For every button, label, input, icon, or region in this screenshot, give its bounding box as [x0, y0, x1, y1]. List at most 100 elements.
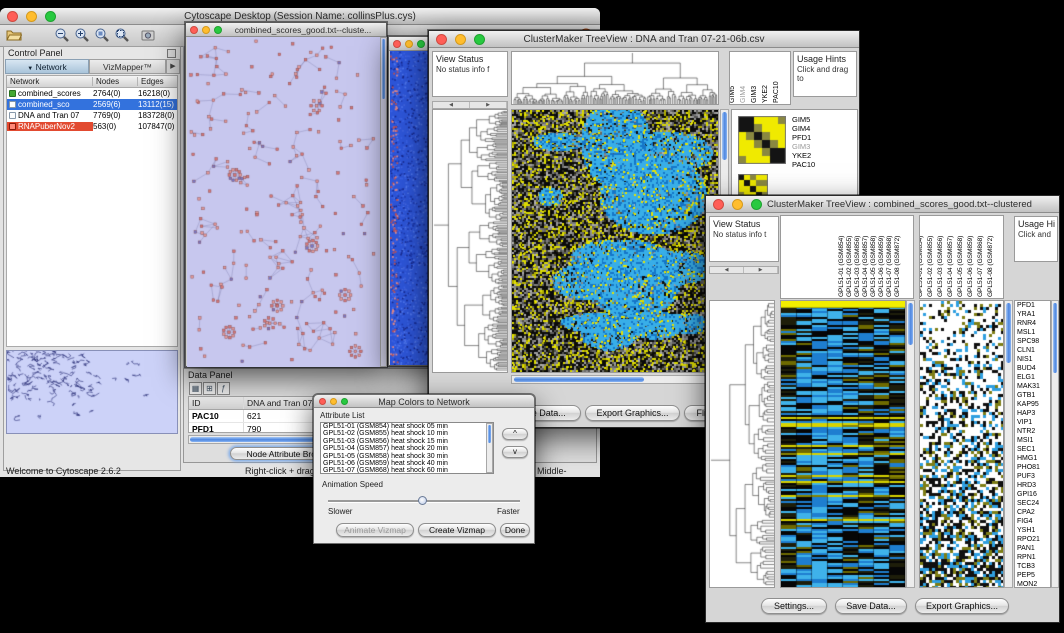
- gene-label[interactable]: MON2: [1015, 580, 1050, 588]
- slider-thumb[interactable]: [418, 496, 427, 505]
- gene-dendrogram-canvas[interactable]: [433, 110, 507, 372]
- gene-label[interactable]: CLN1: [1015, 346, 1050, 355]
- attribute-list-item[interactable]: GPL51-04 (GSM857) heat shock 20 min: [321, 445, 493, 452]
- heatmap-zoom-panel[interactable]: [919, 300, 1004, 588]
- gene-label[interactable]: HAP3: [1015, 409, 1050, 418]
- gene-label[interactable]: MAK31: [1015, 382, 1050, 391]
- zoom-button[interactable]: [417, 40, 425, 48]
- gene-label[interactable]: RPN1: [1015, 553, 1050, 562]
- attribute-select-icon[interactable]: ▦: [189, 382, 202, 395]
- heatmap-canvas[interactable]: [512, 110, 718, 372]
- attribute-list-item[interactable]: GPL51-02 (GSM855) heat shock 10 min: [321, 430, 493, 437]
- attribute-list-item[interactable]: GPL51-06 (GSM859) heat shock 40 min: [321, 460, 493, 467]
- attribute-list-vscroll-thumb[interactable]: [488, 425, 491, 443]
- export-graphics-button[interactable]: Export Graphics...: [915, 598, 1009, 614]
- animation-speed-slider[interactable]: [328, 496, 520, 506]
- close-button[interactable]: [7, 11, 18, 22]
- gene-dendrogram-canvas[interactable]: [710, 301, 774, 587]
- minimize-button[interactable]: [26, 11, 37, 22]
- gene-label[interactable]: GTB1: [1015, 391, 1050, 400]
- gene-label[interactable]: CPA2: [1015, 508, 1050, 517]
- network-canvas-area[interactable]: [187, 37, 387, 367]
- gene-label[interactable]: VIP1: [1015, 418, 1050, 427]
- network-list-row[interactable]: RNAPuberNov2 563(0) 107847(0): [7, 121, 177, 132]
- close-button[interactable]: [319, 398, 326, 405]
- treeview-combined-titlebar[interactable]: ClusterMaker TreeView : combined_scores_…: [706, 196, 1059, 213]
- attribute-list-item[interactable]: GPL51-01 (GSM854) heat shock 05 min: [321, 423, 493, 430]
- gene-label[interactable]: GPI16: [1015, 490, 1050, 499]
- gene-label[interactable]: NIS1: [1015, 355, 1050, 364]
- gene-label[interactable]: PEP5: [1015, 571, 1050, 580]
- network-list-row[interactable]: combined_sco 2569(6) 13112(15): [7, 99, 177, 110]
- heatmap-main-vscroll-thumb[interactable]: [908, 303, 913, 345]
- done-button[interactable]: Done: [500, 523, 530, 537]
- open-folder-icon[interactable]: [6, 27, 22, 43]
- close-button[interactable]: [713, 199, 724, 210]
- minimize-button[interactable]: [405, 40, 413, 48]
- heatmap-zoom-vscroll-thumb[interactable]: [1006, 303, 1011, 363]
- network-vscrollbar[interactable]: [380, 37, 387, 367]
- close-button[interactable]: [436, 34, 447, 45]
- network-vscroll-thumb[interactable]: [382, 39, 385, 99]
- attribute-listbox[interactable]: GPL51-01 (GSM854) heat shock 05 minGPL51…: [320, 422, 494, 474]
- zoom-fit-icon[interactable]: [114, 27, 130, 43]
- gene-dendrogram-panel[interactable]: [432, 109, 508, 373]
- birdseye-canvas[interactable]: [7, 351, 177, 433]
- gene-label[interactable]: ELG1: [1015, 373, 1050, 382]
- scroll-right-icon[interactable]: ▶: [470, 102, 507, 108]
- attribute-list-item[interactable]: GPL51-03 (GSM856) heat shock 15 min: [321, 438, 493, 445]
- heatmap-hscroll-thumb[interactable]: [514, 377, 644, 382]
- attribute-list-item[interactable]: GPL51-07 (GSM868) heat shock 60 min: [321, 467, 493, 474]
- heatmap-hscrollbar[interactable]: [511, 375, 719, 384]
- scroll-left-icon[interactable]: ◀: [433, 102, 470, 108]
- gene-list-vscrollbar[interactable]: [1051, 300, 1059, 588]
- array-dendrogram-canvas[interactable]: [512, 52, 718, 104]
- heatmap-main-vscrollbar[interactable]: [906, 300, 915, 588]
- close-button[interactable]: [190, 26, 198, 34]
- tab-vizmapper[interactable]: VizMapper™: [89, 59, 166, 74]
- gene-label[interactable]: MSL1: [1015, 328, 1050, 337]
- gene-dendrogram-panel[interactable]: [709, 300, 775, 588]
- save-data-button[interactable]: Save Data...: [835, 598, 907, 614]
- tab-network[interactable]: ▼ Network: [5, 59, 89, 74]
- export-graphics-button[interactable]: Export Graphics...: [585, 405, 680, 421]
- scroll-right-icon[interactable]: ▶: [744, 267, 778, 273]
- gene-label[interactable]: TCB3: [1015, 562, 1050, 571]
- treeview-dna-titlebar[interactable]: ClusterMaker TreeView : DNA and Tran 07-…: [429, 31, 859, 48]
- gene-label[interactable]: PAN1: [1015, 544, 1050, 553]
- gene-label[interactable]: YRA1: [1015, 310, 1050, 319]
- settings-button[interactable]: Settings...: [761, 598, 827, 614]
- network-list-header[interactable]: Network Nodes Edges: [7, 76, 177, 88]
- create-vizmap-button[interactable]: Create Vizmap: [418, 523, 496, 537]
- heatmap-zoom-vscrollbar[interactable]: [1004, 300, 1013, 588]
- gene-label[interactable]: PFD1: [1015, 301, 1050, 310]
- heatmap-vscroll-thumb[interactable]: [722, 112, 727, 160]
- gene-label[interactable]: BUD4: [1015, 364, 1050, 373]
- dialog-titlebar[interactable]: Map Colors to Network: [314, 395, 534, 408]
- network-list-row[interactable]: combined_scores 2764(0) 16218(0): [7, 88, 177, 99]
- gene-label[interactable]: FIG4: [1015, 517, 1050, 526]
- minimize-button[interactable]: [455, 34, 466, 45]
- close-button[interactable]: [393, 40, 401, 48]
- zoom-out-icon[interactable]: [54, 27, 70, 43]
- birdseye-panel[interactable]: [6, 350, 178, 434]
- array-dendrogram-panel[interactable]: [511, 51, 719, 105]
- minimize-button[interactable]: [202, 26, 210, 34]
- attribute-grid-icon[interactable]: ⊞: [203, 382, 216, 395]
- attribute-list-vscrollbar[interactable]: [486, 423, 493, 473]
- status-mini-scrollbar[interactable]: ◀ ▶: [432, 101, 508, 109]
- gene-list-vscroll-thumb[interactable]: [1053, 303, 1057, 373]
- status-mini-scrollbar[interactable]: ◀ ▶: [709, 266, 779, 274]
- correlation-matrix-canvas[interactable]: [738, 116, 786, 164]
- gene-label[interactable]: RPO21: [1015, 535, 1050, 544]
- gene-label[interactable]: SEC24: [1015, 499, 1050, 508]
- animate-vizmap-button[interactable]: Animate Vizmap: [336, 523, 414, 537]
- gene-label[interactable]: RNR4: [1015, 319, 1050, 328]
- gene-label[interactable]: NTR2: [1015, 427, 1050, 436]
- tab-overflow-arrow[interactable]: ▶: [166, 59, 180, 74]
- scroll-left-icon[interactable]: ◀: [710, 267, 744, 273]
- move-down-button[interactable]: v: [502, 446, 528, 458]
- zoom-selected-icon[interactable]: [94, 27, 110, 43]
- zoom-in-icon[interactable]: [74, 27, 90, 43]
- heatmap-zoom-canvas[interactable]: [920, 301, 1003, 587]
